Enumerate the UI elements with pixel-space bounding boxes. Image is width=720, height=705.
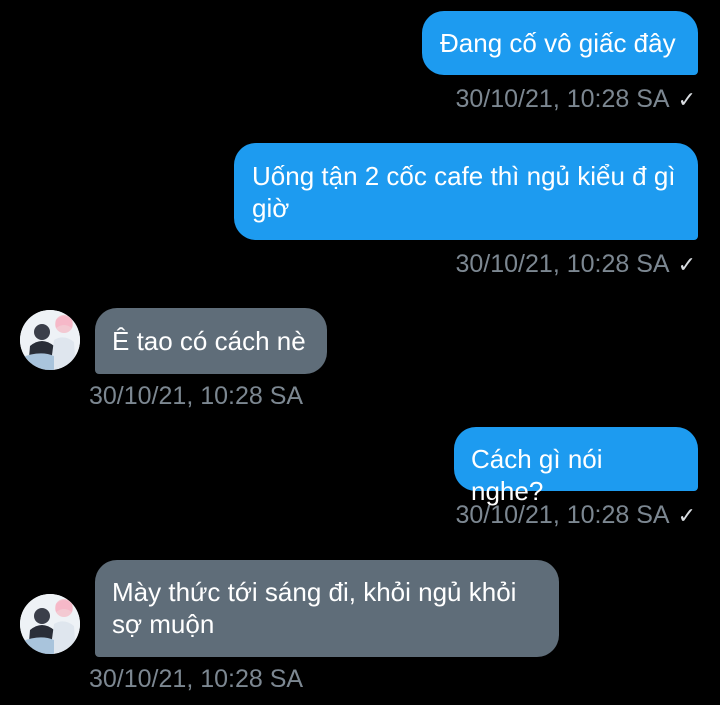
message-bubble-sent[interactable]: Đang cố vô giấc đây — [422, 11, 698, 75]
message-timestamp: 30/10/21, 10:28 SA — [89, 382, 304, 410]
message-meta: 30/10/21, 10:28 SA — [89, 664, 303, 694]
message-meta: 30/10/21, 10:28 SA — [89, 381, 303, 411]
message-text: Mày thức tới sáng đi, khỏi ngủ khỏi sợ m… — [112, 577, 517, 639]
message-meta: 30/10/21, 10:28 SA ✓ — [456, 84, 697, 115]
message-text: Cách gì nói nghe? — [471, 444, 603, 506]
avatar[interactable] — [20, 594, 80, 654]
message-timestamp: 30/10/21, 10:28 SA — [89, 665, 304, 693]
checkmark-icon: ✓ — [677, 252, 696, 277]
message-meta: 30/10/21, 10:28 SA ✓ — [456, 249, 697, 280]
message-text: Đang cố vô giấc đây — [440, 28, 676, 58]
message-meta: 30/10/21, 10:28 SA ✓ — [456, 500, 697, 531]
message-text: Uống tận 2 cốc cafe thì ngủ kiểu đ gì gi… — [252, 161, 676, 223]
message-bubble-sent[interactable]: Cách gì nói nghe? — [454, 427, 698, 506]
avatar-image — [20, 310, 80, 370]
message-bubble-sent[interactable]: Uống tận 2 cốc cafe thì ngủ kiểu đ gì gi… — [234, 143, 698, 240]
message-bubble-received[interactable]: Mày thức tới sáng đi, khỏi ngủ khỏi sợ m… — [95, 560, 559, 657]
checkmark-icon: ✓ — [677, 503, 696, 528]
message-text: Ê tao có cách nè — [112, 326, 306, 356]
message-timestamp: 30/10/21, 10:28 SA — [455, 250, 670, 278]
message-timestamp: 30/10/21, 10:28 SA — [455, 501, 670, 529]
checkmark-icon: ✓ — [677, 87, 696, 112]
avatar-image — [20, 594, 80, 654]
message-bubble-received[interactable]: Ê tao có cách nè — [95, 308, 327, 374]
message-timestamp: 30/10/21, 10:28 SA — [455, 85, 670, 113]
avatar[interactable] — [20, 310, 80, 370]
